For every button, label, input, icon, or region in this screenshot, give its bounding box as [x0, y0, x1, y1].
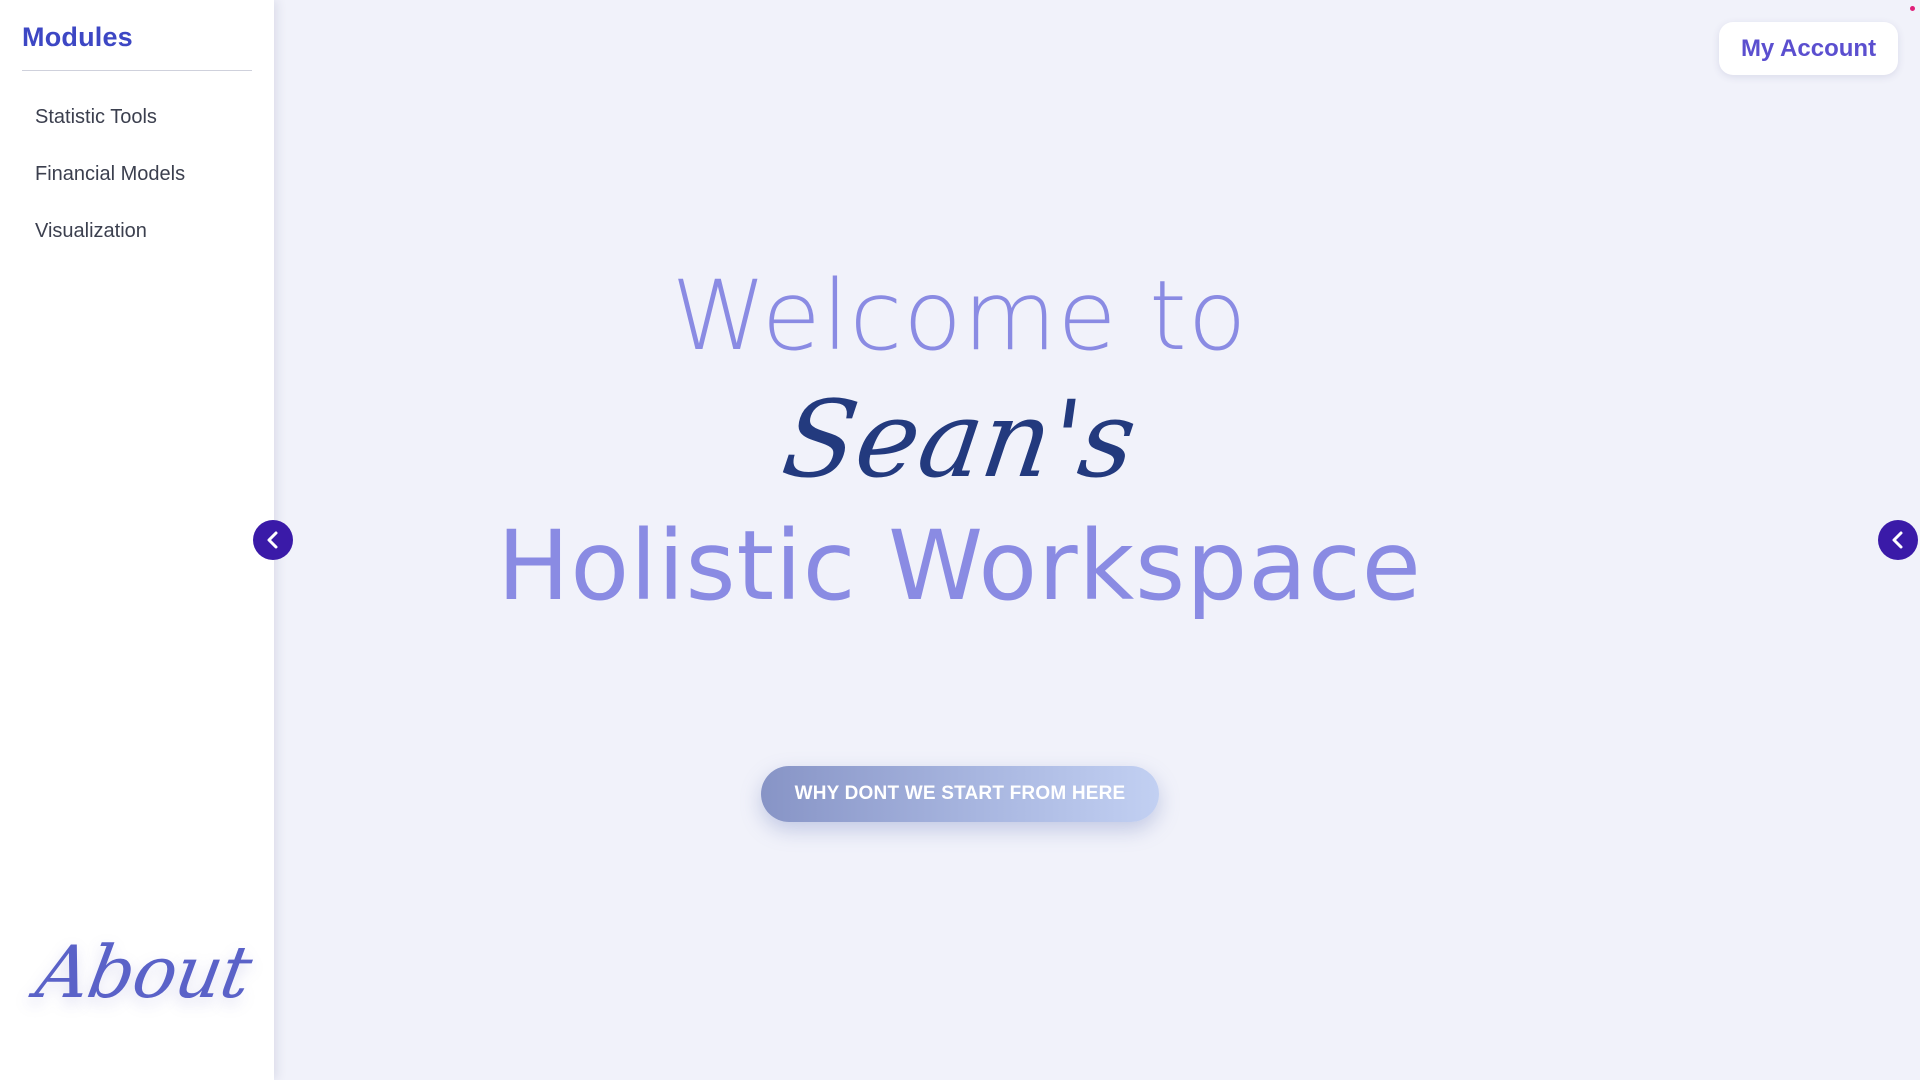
sidebar-title: Modules: [22, 22, 133, 52]
chevron-left-icon: [267, 531, 278, 549]
sidebar: Modules Statistic Tools Financial Models…: [0, 0, 274, 1080]
sidebar-toggle-button[interactable]: [253, 520, 293, 560]
my-account-button[interactable]: My Account: [1719, 22, 1898, 75]
hero-workspace-text: Holistic Workspace: [497, 510, 1422, 622]
sidebar-menu: Statistic Tools Financial Models Visuali…: [22, 96, 252, 267]
app-root: Modules Statistic Tools Financial Models…: [0, 0, 1920, 1080]
start-here-button[interactable]: WHY DONT WE START FROM HERE: [761, 766, 1159, 822]
sidebar-item-statistic-tools[interactable]: Statistic Tools: [22, 96, 252, 153]
right-panel-toggle-button[interactable]: [1878, 520, 1918, 560]
hero-welcome-text: Welcome to: [671, 260, 1248, 372]
hero-name-text: Sean's: [775, 378, 1144, 501]
about-link[interactable]: About: [31, 930, 258, 1014]
sidebar-item-financial-models[interactable]: Financial Models: [22, 153, 252, 210]
sidebar-item-visualization[interactable]: Visualization: [22, 210, 252, 267]
sidebar-divider: [22, 70, 252, 71]
chevron-left-icon: [1892, 531, 1903, 549]
status-dot: [1910, 6, 1915, 11]
